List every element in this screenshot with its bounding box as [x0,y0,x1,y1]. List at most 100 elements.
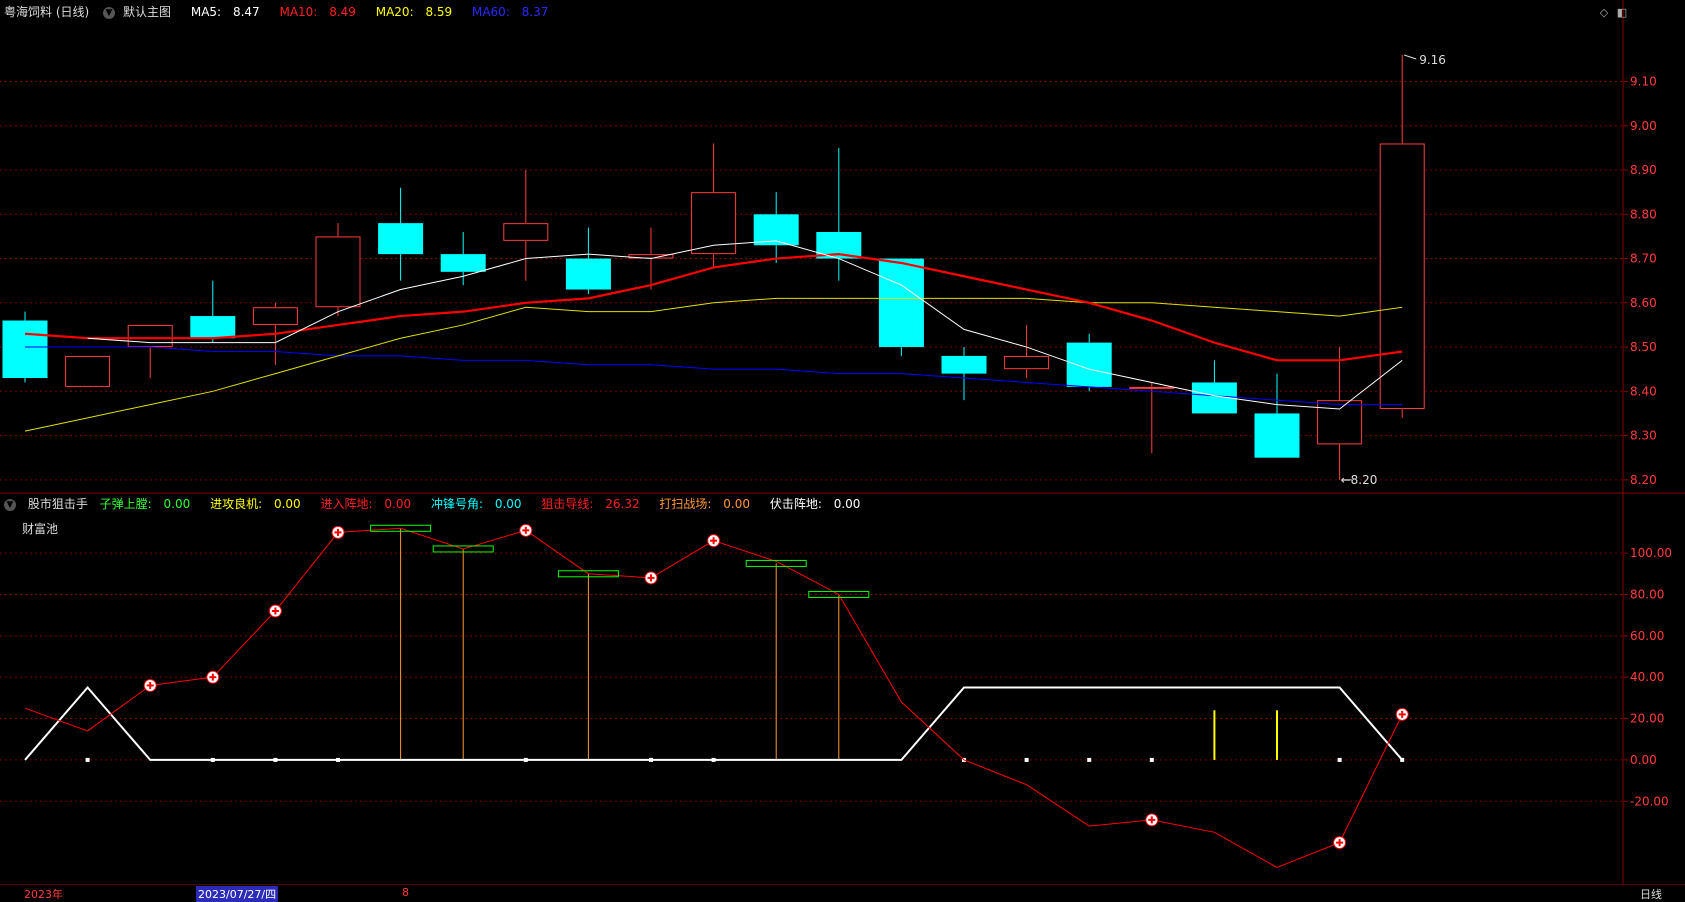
candle[interactable] [565,227,611,294]
candle[interactable] [315,223,361,317]
candle-body [440,254,486,272]
candle[interactable] [127,324,173,379]
candle-body [1004,355,1050,370]
indicator-bullet-loaded: 子弹上膛: 0.00 [99,497,191,511]
panel-toggle-icon[interactable]: ◧ [1615,6,1629,20]
indicator-axis-label: 40.00 [1630,670,1664,684]
sniper-line [24,527,1403,869]
candle[interactable] [503,170,549,281]
candle-body [127,324,173,348]
candle-body [565,258,611,290]
candle[interactable] [190,280,236,343]
cursor-date-label[interactable]: 2023/07/27/四 [196,886,279,902]
plus-marker [1395,707,1409,721]
indicator-clean-field: 打扫战场: 0.00 [659,497,751,511]
stock-title: 粤海饲料 (日线) [4,5,90,19]
ambush-line [24,685,1403,761]
indicator-attack-chance: 进攻良机: 0.00 [210,497,301,511]
year-label: 2023年 [24,888,63,901]
zero-dot [649,757,653,762]
candle-body [1129,386,1175,389]
candle-body [1379,143,1425,410]
indicator-axis-label: 0.00 [1630,753,1657,767]
candle[interactable] [378,187,424,281]
zero-dot [1400,757,1405,762]
zero-dot [711,757,716,762]
candle[interactable] [65,355,111,387]
ma20-indicator: MA20: 8.59 [375,5,453,19]
price-axis-label: 8.40 [1630,384,1657,398]
candle[interactable] [1379,54,1425,418]
candle[interactable] [941,347,987,401]
indicator-enter-position: 进入阵地: 0.00 [320,497,412,511]
zero-dot [1337,757,1342,762]
zero-dot [273,757,278,762]
candle-body [1254,413,1300,458]
price-axis-label: 8.80 [1630,207,1657,221]
candle-body [2,320,48,379]
chart-selector[interactable]: ▼ 默认主图 [101,5,179,19]
candle-body [1066,342,1112,387]
plus-marker [519,523,533,537]
candle-body [190,316,236,339]
zero-dot [523,757,528,762]
candle[interactable] [440,231,486,286]
indicator-ambush: 伏击阵地: 0.00 [769,497,861,511]
diamond-icon[interactable]: ◇ [1597,6,1611,20]
candle[interactable] [753,192,799,263]
plus-marker [206,670,220,684]
ma10-indicator: MA10: 8.49 [279,5,356,19]
candle[interactable] [1004,324,1050,379]
price-axis-label: 8.50 [1630,340,1657,354]
plus-marker [1333,836,1347,850]
chevron-down-icon[interactable]: ▼ [4,498,16,511]
indicator-axis-label: -20.00 [1630,794,1669,808]
zero-dot [1024,757,1029,762]
zero-dot [1149,757,1154,762]
plus-marker [707,534,721,548]
candle[interactable] [816,147,862,281]
candle-body [378,223,424,255]
candle-body [1317,400,1363,445]
price-axis-label: 8.20 [1630,473,1657,487]
wealth-pool-label: 财富池 [22,522,59,536]
candle-body [65,355,111,387]
zero-dot [85,757,90,762]
zero-dot [336,757,340,762]
price-axis-label: 8.30 [1630,429,1657,443]
time-axis-bar: 2023年 2023/07/27/四 8 日线 [0,884,1685,902]
price-axis-label: 9.10 [1630,75,1657,89]
candle[interactable] [1129,382,1175,454]
candle[interactable] [1066,333,1112,392]
stock-chart-window: 9.10 9.00 8.90 8.80 8.70 8.60 8.50 8.40 8.30 8.20… [0,0,1685,902]
max-price-label: 9.16 [1419,53,1446,67]
zero-dot [210,757,215,762]
month-marker: 8 [402,886,409,899]
plus-marker [331,525,345,539]
chevron-down-icon[interactable]: ▼ [103,6,116,19]
max-price-pointer [1404,54,1417,60]
candle[interactable] [1191,360,1237,414]
candle[interactable] [1254,373,1300,458]
ma60-indicator: MA60: 8.37 [471,5,549,19]
plus-marker [1145,813,1159,827]
sub-chart-header: ▼ 股市狙击手 子弹上膛: 0.00 进攻良机: 0.00 进入阵地: 0.00… [0,492,876,516]
ma10-line [24,253,1403,362]
period-button[interactable]: 日线 [1640,886,1662,902]
price-axis-label: 9.00 [1630,119,1657,133]
ma5-indicator: MA5: 8.47 [190,5,260,19]
price-axis-label: 8.70 [1630,252,1657,266]
candle-body [315,236,361,308]
main-chart[interactable]: 9.10 9.00 8.90 8.80 8.70 8.60 8.50 8.40 8.30 8.20… [0,0,1685,901]
indicator-sniper-line: 狙击导线: 26.32 [541,497,640,511]
indicator-axis-label: 100.00 [1630,546,1672,560]
indicator-axis-label: 60.00 [1630,629,1664,643]
candle-body [878,258,924,348]
indicator-title: 股市狙击手 [27,497,88,511]
candle[interactable] [1317,347,1363,480]
plus-marker [143,678,157,692]
indicator-charge-horn: 冲锋号角: 0.00 [430,497,522,511]
candle-body [503,223,549,241]
candle[interactable] [878,258,924,356]
candle-body [252,307,298,325]
